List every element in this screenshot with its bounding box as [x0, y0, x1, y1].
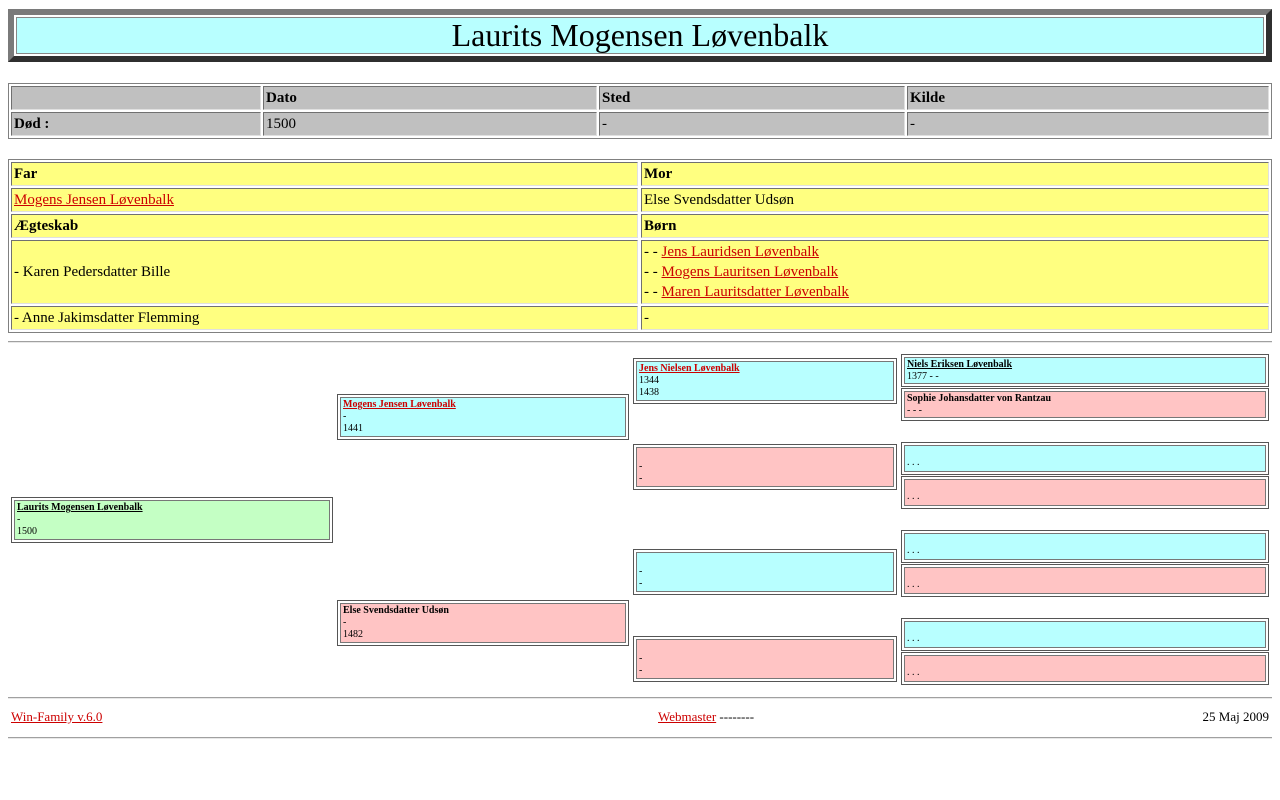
- pedigree-mmm: . . .: [901, 652, 1269, 685]
- death-place: -: [599, 112, 905, 136]
- death-source: -: [907, 112, 1269, 136]
- pedigree-mf: - -: [633, 549, 897, 595]
- child-prefix: - -: [644, 284, 662, 300]
- child-link-mogens[interactable]: Mogens Lauritsen Løvenbalk: [662, 264, 839, 280]
- events-header-place: Sted: [599, 86, 905, 110]
- divider-bottom: [8, 737, 1272, 739]
- events-header-source: Kilde: [907, 86, 1269, 110]
- pedigree-fmf: . . .: [901, 442, 1269, 475]
- footer-software: Win-Family v.6.0: [11, 708, 102, 726]
- subject-line2: 1500: [17, 526, 37, 537]
- pedigree-ff-line1: 1344: [639, 375, 659, 386]
- pedigree-ff-link[interactable]: Jens Nielsen Løvenbalk: [639, 363, 740, 374]
- pedigree-mm: - -: [633, 636, 897, 682]
- pedigree-fff: Niels Eriksen Løvenbalk 1377 - -: [901, 354, 1269, 387]
- mother-name: Else Svendsdatter Udsøn: [641, 188, 1269, 212]
- child-item: - - Maren Lauritsdatter Løvenbalk: [644, 282, 849, 302]
- death-date: 1500: [263, 112, 597, 136]
- pedigree-fff-link[interactable]: Niels Eriksen Løvenbalk: [907, 359, 1012, 370]
- software-link[interactable]: Win-Family v.6.0: [11, 709, 102, 724]
- child-item: - - Mogens Lauritsen Løvenbalk: [644, 262, 838, 282]
- pedigree-father-link[interactable]: Mogens Jensen Løvenbalk: [343, 399, 456, 410]
- pedigree-mfm-line1: . . .: [907, 579, 920, 590]
- pedigree-ff-line2: 1438: [639, 387, 659, 398]
- events-header-date: Dato: [263, 86, 597, 110]
- pedigree-fff-line1: 1377 - -: [907, 371, 939, 382]
- pedigree-subject: Laurits Mogensen Løvenbalk - 1500: [11, 497, 333, 543]
- subject-link[interactable]: Laurits Mogensen Løvenbalk: [17, 502, 143, 513]
- pedigree-fmf-line1: . . .: [907, 457, 920, 468]
- pedigree-ff: Jens Nielsen Løvenbalk 1344 1438: [633, 358, 897, 404]
- pedigree-mother-line1: -: [343, 617, 347, 628]
- page-title: Laurits Mogensen Løvenbalk: [16, 17, 1264, 54]
- events-table: Dato Sted Kilde Død : 1500 - -: [8, 83, 1272, 139]
- webmaster-suffix: --------: [716, 709, 755, 724]
- pedigree-mm-line2: -: [639, 665, 643, 676]
- events-header-empty: [11, 86, 261, 110]
- death-label: Død :: [11, 112, 261, 136]
- pedigree-mff: . . .: [901, 530, 1269, 563]
- divider-top: [8, 341, 1272, 343]
- pedigree-father-line2: 1441: [343, 423, 363, 434]
- child-prefix: - -: [644, 264, 662, 280]
- child-link-maren[interactable]: Maren Lauritsdatter Løvenbalk: [662, 284, 849, 300]
- pedigree-mmm-line1: . . .: [907, 667, 920, 678]
- pedigree-mf-line2: -: [639, 578, 643, 589]
- footer-webmaster: Webmaster --------: [658, 708, 754, 726]
- pedigree-mff-line1: . . .: [907, 545, 920, 556]
- pedigree-mother-name: Else Svendsdatter Udsøn: [343, 605, 449, 616]
- pedigree-mother-line2: 1482: [343, 629, 363, 640]
- child-link-jens[interactable]: Jens Lauridsen Løvenbalk: [662, 244, 819, 260]
- child-prefix: - -: [644, 244, 662, 260]
- divider-mid: [8, 697, 1272, 699]
- spouse-1: - Karen Pedersdatter Bille: [11, 240, 638, 304]
- pedigree-mm-line1: -: [639, 653, 643, 664]
- father-label: Far: [11, 162, 638, 186]
- subject-line1: -: [17, 514, 21, 525]
- footer-date: 25 Maj 2009: [1202, 709, 1269, 724]
- family-table: Far Mor Mogens Jensen Løvenbalk Else Sve…: [8, 159, 1272, 333]
- father-cell: Mogens Jensen Løvenbalk: [11, 188, 638, 212]
- pedigree-fmm-line1: . . .: [907, 491, 920, 502]
- webmaster-link[interactable]: Webmaster: [658, 709, 716, 724]
- child-item: - - Jens Lauridsen Løvenbalk: [644, 242, 819, 262]
- pedigree-mfm: . . .: [901, 564, 1269, 597]
- pedigree-fm-line1: -: [639, 461, 643, 472]
- pedigree-mother: Else Svendsdatter Udsøn - 1482: [337, 600, 629, 646]
- pedigree-mf-line1: -: [639, 566, 643, 577]
- pedigree-mmf-line1: . . .: [907, 633, 920, 644]
- pedigree-fm: - -: [633, 444, 897, 490]
- spouse-2: - Anne Jakimsdatter Flemming: [11, 306, 638, 330]
- spouse-2-children: -: [641, 306, 1269, 330]
- mother-label: Mor: [641, 162, 1269, 186]
- pedigree-ffm-name: Sophie Johansdatter von Rantzau: [907, 393, 1052, 404]
- marriage-label: Ægteskab: [11, 214, 638, 238]
- pedigree-fm-line2: -: [639, 473, 643, 484]
- father-link[interactable]: Mogens Jensen Løvenbalk: [14, 191, 174, 209]
- title-frame: Laurits Mogensen Løvenbalk: [8, 9, 1272, 62]
- pedigree-father-line1: -: [343, 411, 347, 422]
- pedigree-ffm-line1: - - -: [907, 405, 922, 416]
- pedigree-ffm: Sophie Johansdatter von Rantzau - - -: [901, 388, 1269, 421]
- children-list: - - Jens Lauridsen Løvenbalk - - Mogens …: [641, 240, 1269, 304]
- pedigree-mmf: . . .: [901, 618, 1269, 651]
- children-label: Børn: [641, 214, 1269, 238]
- pedigree-father: Mogens Jensen Løvenbalk - 1441: [337, 394, 629, 440]
- pedigree-fmm: . . .: [901, 476, 1269, 509]
